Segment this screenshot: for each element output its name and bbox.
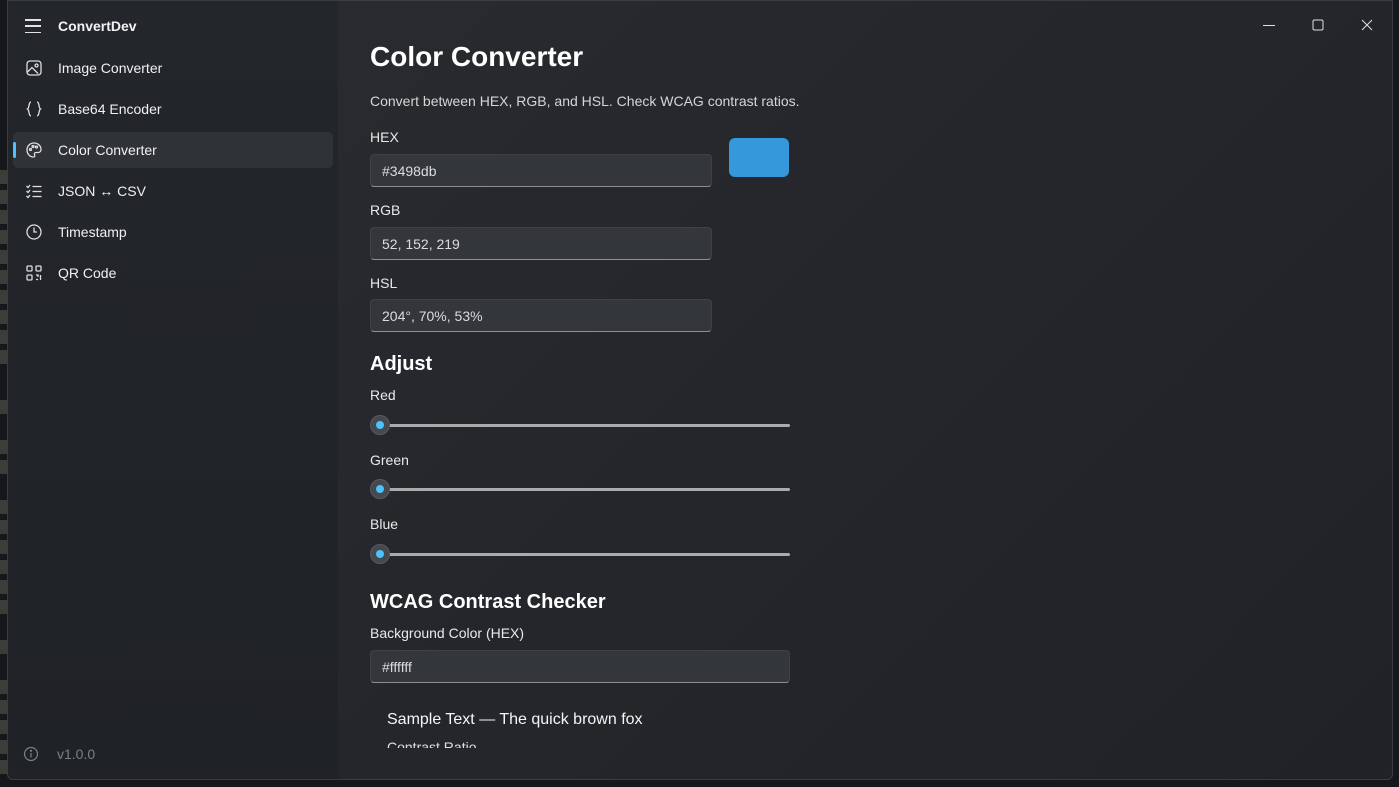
page-subtitle: Convert between HEX, RGB, and HSL. Check… xyxy=(370,93,800,109)
hex-label: HEX xyxy=(370,129,399,145)
slider-thumb[interactable] xyxy=(370,479,390,499)
adjust-heading: Adjust xyxy=(370,353,433,375)
app-window: ConvertDev Image Converter Base64 Encode… xyxy=(7,0,1393,780)
hsl-input[interactable] xyxy=(370,299,712,332)
palette-icon xyxy=(26,142,42,158)
braces-icon xyxy=(26,101,42,117)
sidebar-item-label: QR Code xyxy=(58,265,117,281)
info-icon xyxy=(23,746,39,762)
green-label: Green xyxy=(370,452,409,468)
list-icon xyxy=(26,184,42,199)
image-icon xyxy=(26,60,42,76)
slider-thumb[interactable] xyxy=(370,415,390,435)
background-color-label: Background Color (HEX) xyxy=(370,625,525,641)
slider-thumb[interactable] xyxy=(370,544,390,564)
slider-track xyxy=(380,424,790,427)
version-label: v1.0.0 xyxy=(57,746,96,762)
sidebar-item-label: Base64 Encoder xyxy=(58,101,162,117)
sidebar-item-label: Color Converter xyxy=(58,142,157,158)
green-slider[interactable] xyxy=(370,479,790,499)
rgb-input[interactable] xyxy=(370,227,712,260)
app-header: ConvertDev xyxy=(8,1,338,51)
sidebar-item-color-converter[interactable]: Color Converter xyxy=(13,132,333,168)
hamburger-menu-icon[interactable] xyxy=(25,19,41,33)
qr-code-icon xyxy=(26,265,42,281)
wcag-heading: WCAG Contrast Checker xyxy=(370,591,606,613)
sidebar-item-label: Timestamp xyxy=(58,224,127,240)
hsl-label: HSL xyxy=(370,275,398,291)
blue-label: Blue xyxy=(370,516,399,532)
sidebar-item-json-csv[interactable]: JSON ↔ CSV xyxy=(13,173,333,209)
sidebar-item-label: JSON ↔ CSV xyxy=(58,183,146,199)
main-content: Color Converter Convert between HEX, RGB… xyxy=(338,1,1392,779)
contrast-ratio-label: Contrast Ratio xyxy=(387,739,477,748)
color-swatch xyxy=(729,138,789,177)
sidebar-item-base64-encoder[interactable]: Base64 Encoder xyxy=(13,91,333,127)
hex-input[interactable] xyxy=(370,154,712,187)
version-info: v1.0.0 xyxy=(23,746,95,762)
slider-track xyxy=(380,488,790,491)
clock-icon xyxy=(26,224,42,240)
page-title: Color Converter xyxy=(370,41,584,72)
background-color-input[interactable] xyxy=(370,650,790,683)
red-slider[interactable] xyxy=(370,415,790,435)
rgb-label: RGB xyxy=(370,202,401,218)
blue-slider[interactable] xyxy=(370,544,790,564)
sidebar-item-timestamp[interactable]: Timestamp xyxy=(13,214,333,250)
app-title: ConvertDev xyxy=(58,18,137,34)
slider-track xyxy=(380,553,790,556)
sidebar-item-label: Image Converter xyxy=(58,60,163,76)
sidebar: ConvertDev Image Converter Base64 Encode… xyxy=(8,1,338,779)
selection-indicator xyxy=(13,142,16,158)
sidebar-item-image-converter[interactable]: Image Converter xyxy=(13,50,333,86)
sidebar-item-qr-code[interactable]: QR Code xyxy=(13,255,333,291)
sample-text-preview: Sample Text — The quick brown fox xyxy=(387,711,643,728)
red-label: Red xyxy=(370,387,396,403)
